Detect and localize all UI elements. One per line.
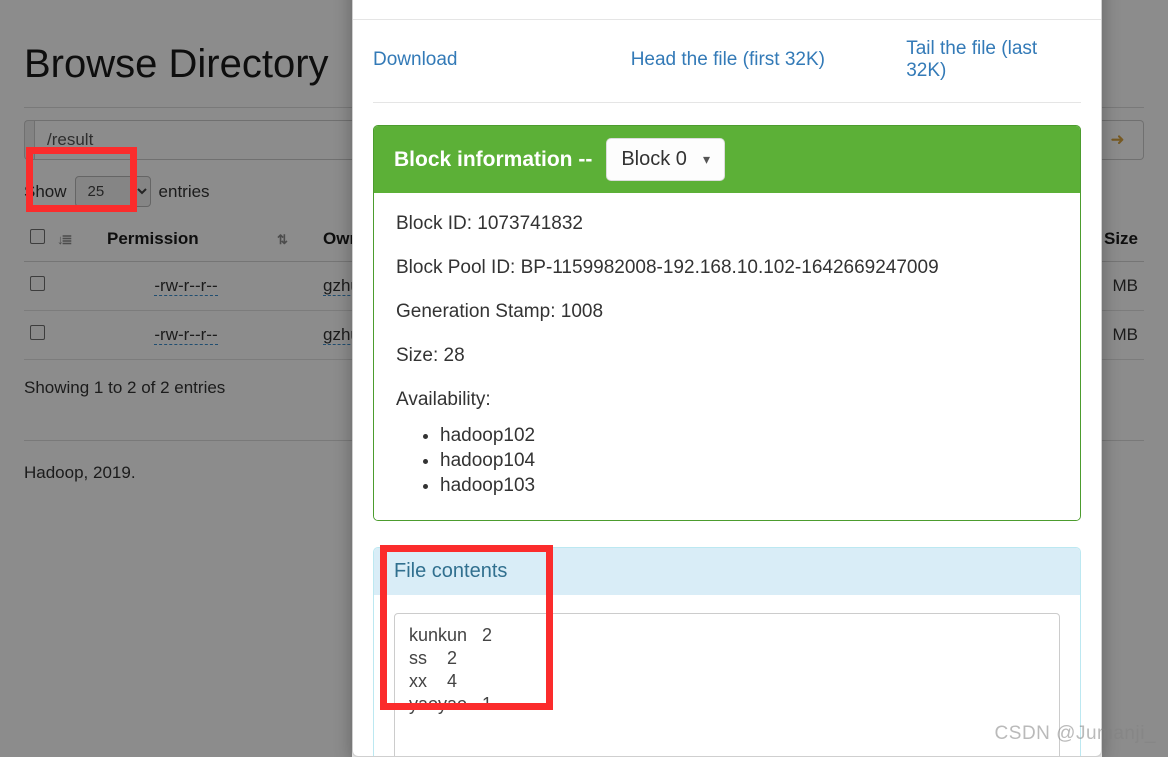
file-contents-body: kunkun 2 ss 2 xx 4 yaoyao 1 (374, 595, 1080, 756)
sort-icon-col-2[interactable]: ⇅ (271, 223, 317, 262)
sort-both-icon[interactable]: ⇅ (277, 232, 288, 248)
head-link-wrap: Head the file (first 32K) (631, 49, 907, 71)
path-prefix-addon (24, 120, 34, 160)
tail-link-wrap: Tail the file (last 32K) (906, 38, 1081, 82)
row-checkbox-cell[interactable] (24, 261, 51, 311)
checkbox-icon[interactable] (30, 276, 45, 291)
list-item: hadoop103 (440, 473, 1058, 498)
block-select[interactable]: Block 0 ▾ (606, 138, 725, 181)
sort-descending-icon[interactable]: ↓≣ (57, 232, 72, 248)
screenshot-stage: Browse Directory ➜ Show 25 entries ↓≣ (0, 0, 1168, 757)
file-contents-heading: File contents (374, 548, 1080, 595)
entries-select[interactable]: 25 (74, 176, 151, 207)
tail-file-link[interactable]: Tail the file (last 32K) (906, 38, 1037, 81)
generation-stamp: Generation Stamp: 1008 (396, 301, 604, 322)
row-spacer-cell-2 (271, 310, 317, 360)
modal-action-links: Download Head the file (first 32K) Tail … (353, 20, 1101, 102)
list-item: hadoop104 (440, 448, 1058, 473)
header-permission[interactable]: Permission (101, 223, 271, 262)
chevron-down-icon: ▾ (702, 151, 710, 167)
row-spacer-cell (51, 310, 101, 360)
block-panel-body: Block ID: 1073741832 Block Pool ID: BP-1… (374, 193, 1080, 520)
row-permission-cell: -rw-r--r-- (101, 261, 271, 311)
modal-title (353, 0, 1101, 19)
file-info-modal: Download Head the file (first 32K) Tail … (352, 0, 1102, 757)
select-all-header[interactable] (24, 223, 51, 262)
checkbox-icon[interactable] (30, 229, 45, 244)
modal-body: Block information -- Block 0 ▾ Block ID:… (353, 102, 1101, 756)
download-link-wrap: Download (373, 49, 631, 71)
block-pool-id: Block Pool ID: BP-1159982008-192.168.10.… (396, 257, 939, 278)
list-item: hadoop102 (440, 423, 1058, 448)
show-entries-prefix: Show (24, 181, 67, 201)
availability-label: Availability: (396, 389, 491, 410)
file-contents-textarea[interactable]: kunkun 2 ss 2 xx 4 yaoyao 1 (394, 613, 1060, 756)
permission-value[interactable]: -rw-r--r-- (154, 325, 218, 345)
row-spacer-cell (51, 261, 101, 311)
block-select-value: Block 0 (621, 148, 687, 170)
block-id: Block ID: 1073741832 (396, 213, 583, 234)
show-entries-suffix: entries (158, 181, 210, 201)
row-spacer-cell-2 (271, 261, 317, 311)
download-link[interactable]: Download (373, 49, 458, 70)
block-panel-heading: Block information -- (394, 147, 593, 171)
sort-icon-col-1[interactable]: ↓≣ (51, 223, 101, 262)
file-contents-panel: File contents kunkun 2 ss 2 xx 4 yaoyao … (373, 547, 1081, 756)
availability-list: hadoop102 hadoop104 hadoop103 (396, 423, 1058, 498)
head-file-link[interactable]: Head the file (first 32K) (631, 49, 825, 70)
block-size: Size: 28 (396, 345, 465, 366)
permission-value[interactable]: -rw-r--r-- (154, 276, 218, 296)
checkbox-icon[interactable] (30, 325, 45, 340)
modal-body-divider (373, 102, 1081, 103)
row-permission-cell: -rw-r--r-- (101, 310, 271, 360)
block-information-panel: Block information -- Block 0 ▾ Block ID:… (373, 125, 1081, 521)
block-panel-header: Block information -- Block 0 ▾ (374, 126, 1080, 193)
row-checkbox-cell[interactable] (24, 310, 51, 360)
